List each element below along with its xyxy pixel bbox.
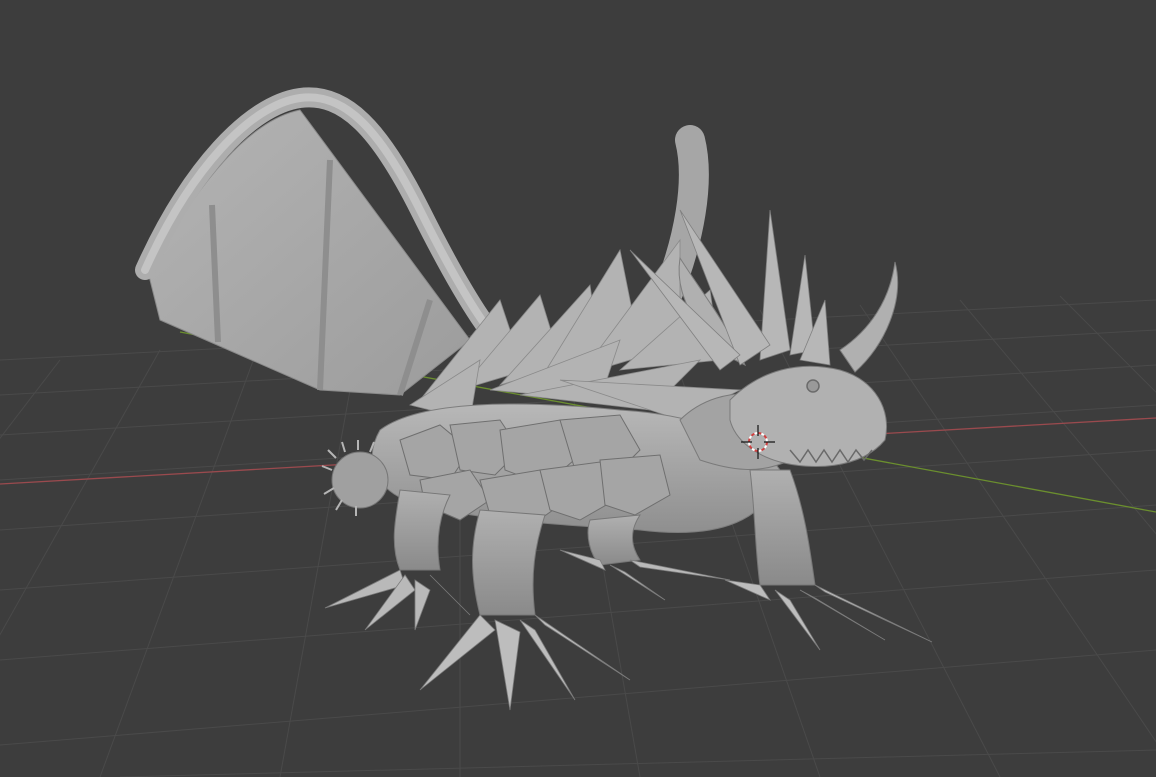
- 3d-viewport[interactable]: [0, 0, 1156, 777]
- viewport-canvas[interactable]: [0, 0, 1156, 777]
- leg-front-right: [724, 469, 933, 651]
- wing-membrane: [147, 109, 471, 396]
- dragon-eye: [806, 379, 820, 393]
- dragon-model[interactable]: [135, 87, 933, 711]
- horn-right: [839, 261, 899, 373]
